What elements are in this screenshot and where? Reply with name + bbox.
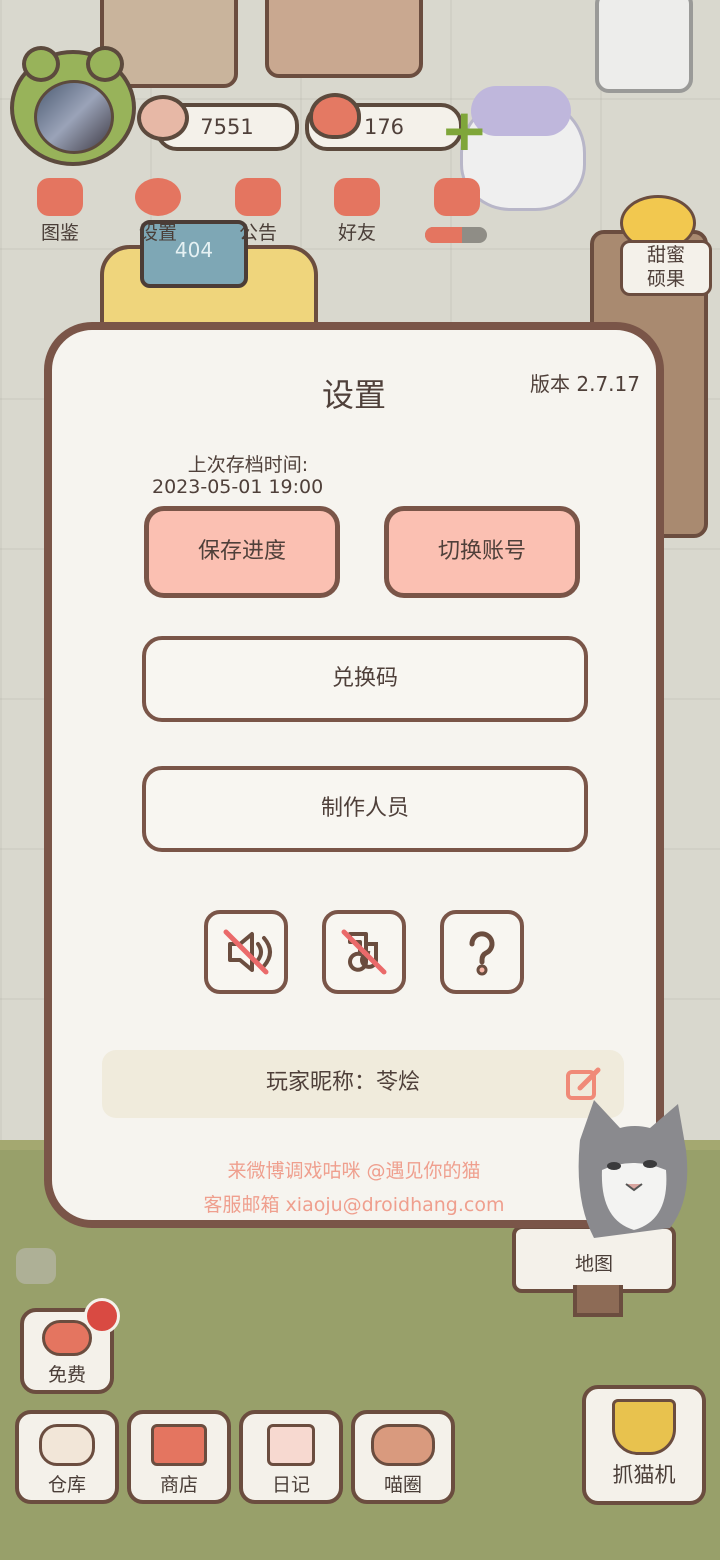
hearts-progress-bar	[425, 227, 487, 243]
menu-label: 公告	[238, 222, 277, 244]
credits-button[interactable]: 制作人员	[142, 766, 588, 852]
warehouse-icon	[39, 1424, 95, 1466]
coin-counter[interactable]: 7551	[137, 95, 299, 151]
shop-button[interactable]: 商店	[127, 1410, 231, 1504]
menu-label: 图鉴	[40, 222, 79, 244]
frog-eye-decoration	[22, 46, 60, 82]
help-icon	[469, 931, 495, 976]
player-nickname: 玩家昵称：苓烩	[265, 1070, 420, 1095]
last-save-time: 2023-05-01 19:00	[152, 476, 324, 498]
water-dispenser	[595, 0, 693, 93]
claw-icon	[612, 1399, 676, 1455]
notification-dot	[84, 1298, 120, 1334]
heart-icon	[309, 93, 361, 139]
gear-icon	[135, 178, 181, 216]
cat-planet-icon	[371, 1424, 435, 1466]
switch-account-button[interactable]: 切换账号	[384, 506, 580, 598]
menu-label: 设置	[138, 222, 177, 244]
heart-value: 176	[363, 115, 405, 139]
music-muted-icon	[341, 929, 387, 975]
claw-machine-label: 抓猫机	[612, 1463, 676, 1487]
fish-coin-icon	[137, 95, 189, 141]
edit-icon[interactable]	[564, 1064, 604, 1104]
add-currency-button[interactable]: +	[440, 101, 489, 159]
support-email[interactable]: 客服邮箱 xiaoju@droidhang.com	[52, 1190, 656, 1217]
hearts-icon	[434, 178, 480, 216]
heart-gift-icon	[42, 1320, 92, 1356]
menu-announcement[interactable]: 公告	[213, 170, 303, 254]
claw-machine-button[interactable]: 抓猫机	[582, 1385, 706, 1505]
redeem-code-button[interactable]: 兑换码	[142, 636, 588, 722]
gift-icon	[235, 178, 281, 216]
avatar-photo	[34, 80, 114, 154]
sign-post	[573, 1285, 623, 1317]
settings-dialog: 设置 版本 2.7.17 上次存档时间: 2023-05-01 19:00 保存…	[44, 322, 688, 1238]
weibo-link[interactable]: 来微博调戏咕咪 @遇见你的猫	[52, 1156, 656, 1183]
save-progress-button[interactable]: 保存进度	[144, 506, 340, 598]
diary-icon	[267, 1424, 315, 1466]
frog-eye-decoration	[86, 46, 124, 82]
warehouse-button[interactable]: 仓库	[15, 1410, 119, 1504]
coin-value: 7551	[200, 115, 254, 139]
friends-icon	[334, 178, 380, 216]
shop-label: 商店	[159, 1474, 198, 1496]
meow-circle-button[interactable]: 喵圈	[351, 1410, 455, 1504]
cat-book-icon	[37, 178, 83, 216]
shelf-furniture	[265, 0, 423, 78]
diary-label: 日记	[271, 1474, 310, 1496]
menu-friends[interactable]: 好友	[312, 170, 402, 254]
menu-collection[interactable]: 图鉴	[15, 170, 105, 254]
cat-photo	[578, 1100, 688, 1238]
cloud-icon[interactable]	[16, 1248, 56, 1284]
nickname-bar[interactable]: 玩家昵称：苓烩	[102, 1050, 624, 1118]
help-button[interactable]	[440, 910, 524, 994]
player-avatar[interactable]	[10, 46, 136, 166]
diary-button[interactable]: 日记	[239, 1410, 343, 1504]
tag-text: 甜蜜 硕果	[646, 244, 685, 290]
map-label: 地图	[574, 1253, 613, 1275]
sweet-fruit-tag[interactable]: 甜蜜 硕果	[620, 240, 712, 296]
version-label: 版本 2.7.17	[530, 372, 640, 396]
free-label: 免费	[47, 1364, 86, 1386]
warehouse-label: 仓库	[47, 1474, 86, 1496]
progress-fill	[425, 227, 463, 243]
music-toggle-button[interactable]	[322, 910, 406, 994]
menu-label: 好友	[337, 222, 376, 244]
menu-settings[interactable]: 设置	[113, 170, 203, 254]
shop-icon	[151, 1424, 207, 1466]
last-save-label: 上次存档时间:	[187, 454, 309, 476]
sound-toggle-button[interactable]	[204, 910, 288, 994]
sound-muted-icon	[223, 929, 272, 975]
meow-circle-label: 喵圈	[383, 1474, 422, 1496]
